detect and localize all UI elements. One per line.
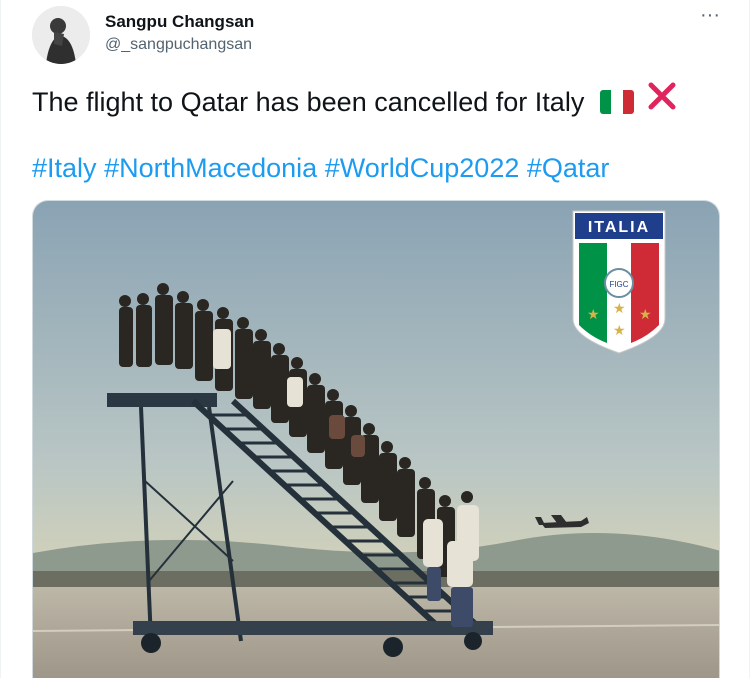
badge-title: ITALIA (588, 219, 650, 236)
svg-text:★: ★ (639, 307, 652, 323)
avatar[interactable] (32, 6, 90, 64)
badge-inner-text: FIGC (609, 280, 628, 289)
meme-photo: ITALIA FIGC ★ ★ ★ ★ (33, 201, 719, 678)
svg-text:★: ★ (613, 323, 626, 339)
tweet-card[interactable]: Sangpu Changsan @_sangpuchangsan ··· The… (0, 0, 750, 678)
more-options-icon[interactable]: ··· (694, 5, 726, 30)
svg-text:★: ★ (587, 307, 600, 323)
hashtag-worldcup2022[interactable]: #WorldCup2022 (325, 153, 520, 183)
hashtags: #Italy #NorthMacedonia #WorldCup2022 #Qa… (32, 150, 722, 186)
hashtag-northmacedonia[interactable]: #NorthMacedonia (104, 153, 317, 183)
svg-text:★: ★ (613, 301, 626, 317)
author-name[interactable]: Sangpu Changsan (105, 12, 254, 32)
tweet-text: The flight to Qatar has been cancelled f… (32, 81, 722, 123)
hashtag-italy[interactable]: #Italy (32, 153, 97, 183)
author-handle[interactable]: @_sangpuchangsan (105, 36, 252, 54)
cross-mark-icon (647, 81, 677, 120)
tweet-text-content: The flight to Qatar has been cancelled f… (32, 87, 585, 117)
hashtag-qatar[interactable]: #Qatar (527, 153, 610, 183)
tweet-media-image[interactable]: ITALIA FIGC ★ ★ ★ ★ (32, 200, 720, 678)
italia-badge: ITALIA FIGC ★ ★ ★ ★ (572, 210, 666, 354)
italy-flag-icon (599, 89, 634, 114)
